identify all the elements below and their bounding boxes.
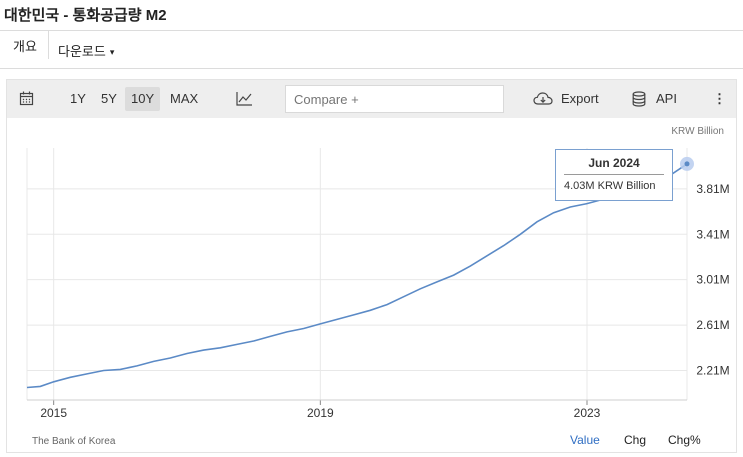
chart-card: 1Y 5Y 10Y MAX Export API ⋮ KRW Billion 2…	[6, 79, 737, 453]
chart-tooltip: Jun 2024 4.03M KRW Billion	[555, 149, 673, 201]
line-chart-icon[interactable]	[236, 91, 253, 107]
tooltip-divider	[564, 174, 664, 175]
range-10y-button[interactable]: 10Y	[125, 87, 161, 111]
api-label: API	[656, 91, 677, 106]
y-tick-label: 3.81M	[696, 182, 729, 196]
y-tick-label: 3.01M	[696, 273, 729, 287]
y-tick-label: 2.21M	[696, 363, 729, 377]
compare-input[interactable]	[285, 85, 504, 113]
page-title: 대한민국 - 통화공급량 M2	[4, 7, 167, 24]
range-5y-button[interactable]: 5Y	[95, 87, 123, 111]
x-tick-label: 2015	[40, 406, 67, 418]
page-nav: 개요 다운로드 ▾	[0, 31, 743, 69]
mode-chg-pct-button[interactable]: Chg%	[668, 433, 701, 447]
y-tick-label: 3.41M	[696, 227, 729, 241]
chart-toolbar: 1Y 5Y 10Y MAX Export API ⋮	[7, 80, 736, 118]
download-menu[interactable]: 다운로드 ▾	[58, 41, 114, 60]
x-tick-label: 2023	[574, 406, 601, 418]
calendar-icon[interactable]	[19, 91, 34, 107]
export-label: Export	[561, 91, 599, 106]
source-label: The Bank of Korea	[32, 436, 116, 447]
cloud-download-icon	[533, 92, 553, 105]
tooltip-value: 4.03M KRW Billion	[564, 180, 656, 192]
hover-point	[684, 161, 690, 167]
mode-chg-button[interactable]: Chg	[624, 433, 646, 447]
more-options-icon[interactable]: ⋮	[713, 80, 726, 118]
mode-value-button[interactable]: Value	[570, 433, 600, 447]
chevron-down-icon: ▾	[109, 47, 115, 57]
database-icon	[632, 91, 646, 107]
range-max-button[interactable]: MAX	[164, 87, 204, 111]
tab-overview[interactable]: 개요	[13, 31, 49, 59]
tooltip-date: Jun 2024	[588, 156, 640, 170]
range-1y-button[interactable]: 1Y	[64, 87, 92, 111]
y-tick-label: 2.61M	[696, 318, 729, 332]
download-label: 다운로드	[58, 44, 106, 59]
x-tick-label: 2019	[307, 406, 334, 418]
